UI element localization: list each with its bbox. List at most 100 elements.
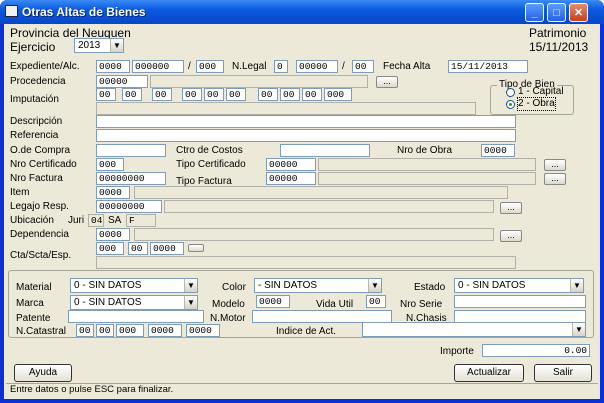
tipo-factura-desc xyxy=(318,172,536,185)
color-value: - SIN DATOS xyxy=(258,280,318,291)
estado-value: 0 - SIN DATOS xyxy=(458,280,526,291)
status-bar: Entre datos o pulse ESC para finalizar. xyxy=(6,383,598,396)
imputacion-field-9[interactable]: 00 xyxy=(302,88,322,101)
item-label: Item xyxy=(10,187,30,198)
chevron-down-icon: ▼ xyxy=(572,323,585,336)
imputacion-field-2[interactable]: 00 xyxy=(122,88,142,101)
nro-serie-label: Nro Serie xyxy=(400,299,443,310)
actualizar-button[interactable]: Actualizar xyxy=(454,364,524,382)
material-label: Material xyxy=(16,282,52,293)
dependencia-label: Dependencia xyxy=(10,229,69,240)
tipo-cert-code[interactable]: 00000 xyxy=(266,158,316,171)
nlegal-label: N.Legal xyxy=(232,61,267,72)
procedencia-desc xyxy=(150,75,368,88)
item-code[interactable]: 0000 xyxy=(96,186,130,199)
esp-field[interactable]: 0000 xyxy=(150,242,184,255)
juri-field: 04 xyxy=(88,214,104,227)
color-label: Color xyxy=(222,282,246,293)
fecha-alta-field[interactable]: 15/11/2013 xyxy=(448,60,528,73)
referencia-label: Referencia xyxy=(10,130,59,141)
cta-lookup-button[interactable] xyxy=(188,244,204,252)
expediente-field-3[interactable]: 000 xyxy=(196,60,224,73)
ctro-costos-label: Ctro de Costos xyxy=(176,145,243,156)
minimize-icon: _ xyxy=(531,6,538,19)
chevron-down-icon: ▼ xyxy=(110,39,123,52)
nlegal-field-1[interactable]: 0 xyxy=(274,60,288,73)
ncatastral-field-2[interactable]: 00 xyxy=(96,324,114,337)
cta-desc xyxy=(96,256,516,269)
scta-field[interactable]: 00 xyxy=(128,242,148,255)
modelo-label: Modelo xyxy=(212,299,245,310)
color-select[interactable]: - SIN DATOS ▼ xyxy=(254,278,382,293)
nro-serie-field[interactable] xyxy=(454,295,586,308)
imputacion-field-3[interactable]: 00 xyxy=(152,88,172,101)
nlegal-field-3[interactable]: 00 xyxy=(352,60,374,73)
ayuda-button[interactable]: Ayuda xyxy=(14,364,72,382)
ncatastral-label: N.Catastral xyxy=(16,326,67,337)
dependencia-desc xyxy=(134,228,494,241)
vida-util-field[interactable]: 00 xyxy=(366,295,386,308)
dependencia-code[interactable]: 0000 xyxy=(96,228,130,241)
maximize-button[interactable]: □ xyxy=(547,3,566,22)
nro-obra-field[interactable]: 0000 xyxy=(481,144,515,157)
importe-field[interactable]: 0.00 xyxy=(482,344,590,357)
imputacion-field-6[interactable]: 00 xyxy=(226,88,246,101)
estado-select[interactable]: 0 - SIN DATOS ▼ xyxy=(454,278,584,293)
ctro-costos-field[interactable] xyxy=(280,144,370,157)
legajo-desc xyxy=(164,200,494,213)
tipo-factura-lookup-button[interactable]: ... xyxy=(544,173,566,185)
module-label: Patrimonio xyxy=(529,26,587,40)
procedencia-lookup-button[interactable]: ... xyxy=(376,76,398,88)
imputacion-field-4[interactable]: 00 xyxy=(182,88,202,101)
chevron-down-icon: ▼ xyxy=(184,279,197,292)
referencia-field[interactable] xyxy=(96,129,516,142)
imputacion-field-8[interactable]: 00 xyxy=(280,88,300,101)
tipo-cert-lookup-button[interactable]: ... xyxy=(544,159,566,171)
procedencia-code[interactable]: 00000 xyxy=(96,75,148,88)
nro-cert-field[interactable]: 000 xyxy=(96,158,124,171)
ncatastral-field-3[interactable]: 000 xyxy=(116,324,144,337)
tipo-bien-obra-radio[interactable] xyxy=(506,100,515,109)
imputacion-field-5[interactable]: 00 xyxy=(204,88,224,101)
material-select[interactable]: 0 - SIN DATOS ▼ xyxy=(70,278,198,293)
close-icon: ✕ xyxy=(573,7,584,19)
tipo-bien-obra-label: 2 - Obra xyxy=(517,97,556,111)
minimize-button[interactable]: _ xyxy=(525,3,544,22)
legajo-label: Legajo Resp. xyxy=(10,201,69,212)
tipo-bien-capital-label: 1 - Capital xyxy=(518,86,564,97)
imputacion-field-1[interactable]: 00 xyxy=(96,88,116,101)
ncatastral-field-5[interactable]: 0000 xyxy=(186,324,220,337)
legajo-code[interactable]: 00000000 xyxy=(96,200,162,213)
close-button[interactable]: ✕ xyxy=(569,3,588,22)
expediente-field-2[interactable]: 000000 xyxy=(132,60,184,73)
title-bar[interactable]: Otras Altas de Bienes _ □ ✕ xyxy=(0,0,604,24)
modelo-field[interactable]: 0000 xyxy=(256,295,290,308)
tipo-cert-desc xyxy=(318,158,536,171)
ncatastral-field-4[interactable]: 0000 xyxy=(148,324,182,337)
expediente-field-1[interactable]: 0000 xyxy=(96,60,130,73)
tipo-factura-code[interactable]: 00000 xyxy=(266,172,316,185)
cta-field[interactable]: 000 xyxy=(96,242,124,255)
dependencia-lookup-button[interactable]: ... xyxy=(500,230,522,242)
form-area: Provincia del Neuquen Ejercicio 2013 ▼ Pa… xyxy=(4,24,600,399)
nlegal-field-2[interactable]: 00000 xyxy=(296,60,338,73)
imputacion-field-7[interactable]: 00 xyxy=(258,88,278,101)
marca-select[interactable]: 0 - SIN DATOS ▼ xyxy=(70,295,198,310)
chevron-down-icon: ▼ xyxy=(184,296,197,309)
imputacion-label: Imputación xyxy=(10,94,59,105)
indice-select[interactable]: ▼ xyxy=(362,322,586,337)
marca-value: 0 - SIN DATOS xyxy=(74,297,142,308)
imputacion-field-10[interactable]: 000 xyxy=(324,88,352,101)
ocompra-field[interactable] xyxy=(96,144,166,157)
legajo-lookup-button[interactable]: ... xyxy=(500,202,522,214)
imputacion-desc xyxy=(96,102,476,115)
nro-obra-label: Nro de Obra xyxy=(397,145,453,156)
descripcion-field[interactable] xyxy=(96,115,516,128)
patente-field[interactable] xyxy=(68,310,204,323)
ejercicio-select[interactable]: 2013 ▼ xyxy=(74,38,124,53)
tipo-bien-capital-radio[interactable] xyxy=(506,88,515,97)
salir-button[interactable]: Salir xyxy=(534,364,592,382)
ncatastral-field-1[interactable]: 00 xyxy=(76,324,94,337)
expediente-label: Expediente/Alc. xyxy=(10,61,80,72)
nro-factura-field[interactable]: 00000000 xyxy=(96,172,166,185)
